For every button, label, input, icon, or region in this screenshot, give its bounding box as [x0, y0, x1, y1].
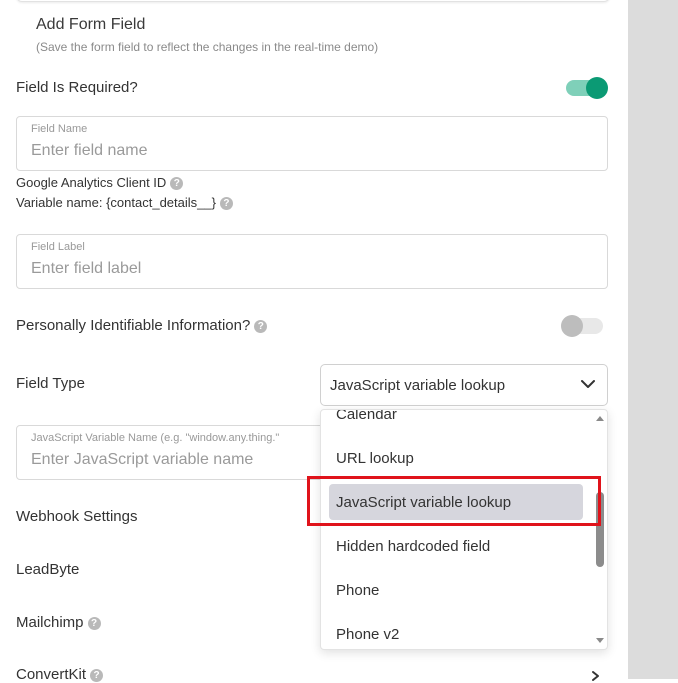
- ga-client-id-label: Google Analytics Client ID: [16, 175, 167, 190]
- help-icon[interactable]: ?: [170, 177, 184, 190]
- toggle-knob: [586, 77, 608, 99]
- leadbyte-section[interactable]: LeadByte: [16, 561, 79, 578]
- mailchimp-label: Mailchimp: [16, 614, 84, 631]
- chevron-down-icon: [581, 380, 595, 388]
- field-label-input[interactable]: Field Label Enter field label: [16, 234, 608, 289]
- variable-name-text: Variable name: {contact_details__}?: [16, 195, 233, 210]
- field-type-dropdown[interactable]: Calendar URL lookup JavaScript variable …: [320, 409, 608, 650]
- option-hidden-hardcoded-field[interactable]: Hidden hardcoded field: [336, 538, 490, 555]
- field-label-placeholder: Enter field label: [31, 260, 142, 277]
- field-type-label: Field Type: [16, 375, 85, 392]
- field-name-label: Field Name: [31, 123, 88, 135]
- card-bottom-edge: [16, 0, 610, 2]
- webhook-settings-section[interactable]: Webhook Settings: [16, 508, 137, 525]
- required-label: Field Is Required?: [16, 79, 138, 96]
- ga-client-id-text: Google Analytics Client ID?: [16, 175, 184, 190]
- field-type-value: JavaScript variable lookup: [330, 377, 506, 394]
- variable-name-label: Variable name: {contact_details__}: [16, 195, 216, 210]
- pii-label: Personally Identifiable Information?: [16, 317, 251, 334]
- toggle-knob: [561, 315, 583, 337]
- help-icon[interactable]: ?: [219, 197, 233, 210]
- field-label-label: Field Label: [31, 241, 85, 253]
- page-subtitle: (Save the form field to reflect the chan…: [36, 40, 379, 54]
- pii-row: Personally Identifiable Information??: [16, 317, 268, 334]
- help-icon[interactable]: ?: [254, 320, 268, 333]
- option-url-lookup[interactable]: URL lookup: [336, 450, 414, 467]
- pii-toggle[interactable]: [561, 315, 603, 337]
- required-toggle[interactable]: [566, 77, 608, 99]
- option-calendar[interactable]: Calendar: [336, 410, 397, 423]
- highlight-annotation-box: [307, 476, 601, 526]
- chevron-right-icon: [592, 671, 599, 681]
- field-type-select[interactable]: JavaScript variable lookup: [320, 364, 608, 406]
- convertkit-label: ConvertKit: [16, 666, 87, 683]
- help-icon[interactable]: ?: [87, 617, 101, 630]
- mailchimp-section[interactable]: Mailchimp?: [16, 614, 101, 631]
- js-variable-placeholder: Enter JavaScript variable name: [31, 451, 254, 468]
- option-phone[interactable]: Phone: [336, 582, 379, 599]
- scroll-down-arrow-icon[interactable]: [596, 638, 604, 643]
- js-variable-label: JavaScript Variable Name (e.g. "window.a…: [31, 432, 280, 444]
- right-rail: [628, 0, 678, 679]
- option-phone-v2[interactable]: Phone v2: [336, 626, 399, 643]
- field-name-placeholder: Enter field name: [31, 142, 148, 159]
- scroll-up-arrow-icon[interactable]: [596, 416, 604, 421]
- help-icon[interactable]: ?: [90, 669, 104, 682]
- page-title: Add Form Field: [36, 16, 146, 33]
- field-name-input[interactable]: Field Name Enter field name: [16, 116, 608, 171]
- convertkit-section[interactable]: ConvertKit?: [16, 666, 104, 683]
